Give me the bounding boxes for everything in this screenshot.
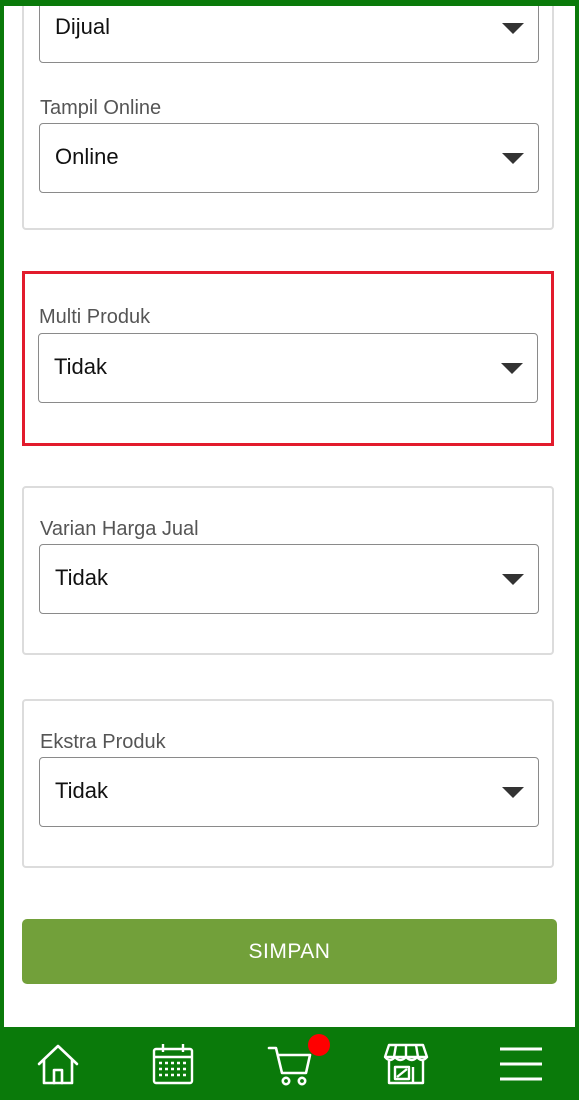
multi-produk-value: Tidak xyxy=(54,354,107,379)
nav-home[interactable] xyxy=(33,1039,83,1089)
ekstra-produk-label: Ekstra Produk xyxy=(40,731,166,753)
calendar-icon xyxy=(152,1044,194,1085)
chevron-down-icon xyxy=(502,153,524,164)
nav-store[interactable] xyxy=(381,1039,431,1089)
varian-harga-jual-label: Varian Harga Jual xyxy=(40,518,199,540)
varian-harga-jual-select[interactable]: Tidak xyxy=(39,544,539,614)
bottom-nav xyxy=(0,1027,579,1100)
status-select[interactable]: Dijual xyxy=(39,6,539,63)
home-icon xyxy=(37,1044,79,1085)
status-card: Dijual Tampil Online Online xyxy=(22,6,554,230)
form-screen: Dijual Tampil Online Online Multi Produk… xyxy=(4,6,575,1027)
store-icon xyxy=(383,1043,429,1085)
tampil-online-value: Online xyxy=(55,144,119,169)
chevron-down-icon xyxy=(501,363,523,374)
tampil-online-select[interactable]: Online xyxy=(39,123,539,193)
ekstra-produk-value: Tidak xyxy=(55,778,108,803)
multi-produk-select[interactable]: Tidak xyxy=(38,333,538,403)
chevron-down-icon xyxy=(502,787,524,798)
menu-icon xyxy=(500,1047,542,1081)
nav-calendar[interactable] xyxy=(148,1039,198,1089)
multi-produk-card: Multi Produk Tidak xyxy=(22,271,554,446)
status-select-value: Dijual xyxy=(55,14,111,39)
ekstra-produk-select[interactable]: Tidak xyxy=(39,757,539,827)
save-button[interactable]: SIMPAN xyxy=(22,919,557,984)
multi-produk-label: Multi Produk xyxy=(39,306,151,328)
chevron-down-icon xyxy=(502,23,524,34)
cart-notification-badge xyxy=(308,1034,330,1056)
ekstra-produk-card: Ekstra Produk Tidak xyxy=(22,699,554,868)
varian-harga-jual-value: Tidak xyxy=(55,565,108,590)
nav-menu[interactable] xyxy=(496,1039,546,1089)
tampil-online-label: Tampil Online xyxy=(40,97,162,119)
varian-harga-jual-card: Varian Harga Jual Tidak xyxy=(22,486,554,655)
chevron-down-icon xyxy=(502,574,524,585)
